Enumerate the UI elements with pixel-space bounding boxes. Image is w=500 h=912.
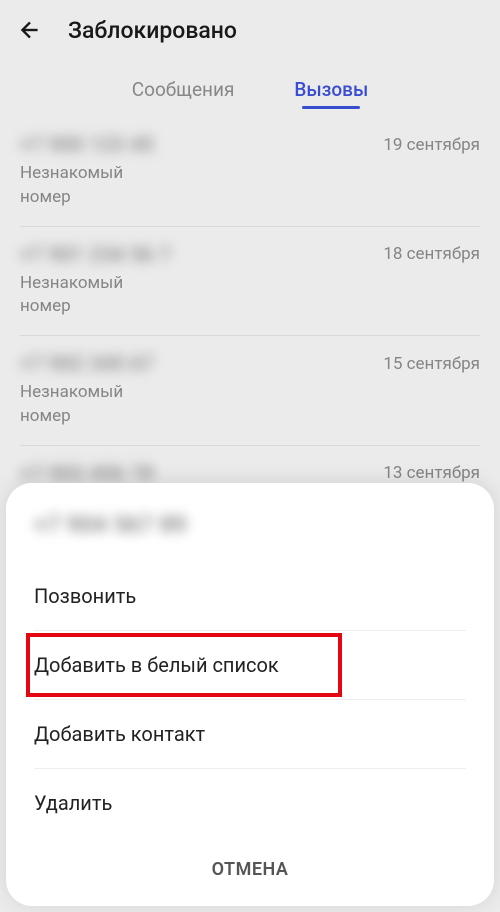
cancel-button[interactable]: ОТМЕНА [6,837,494,894]
action-sheet: +7 904 567 89 Позвонить Добавить в белый… [6,483,494,906]
action-delete[interactable]: Удалить [34,769,466,837]
action-whitelist[interactable]: Добавить в белый список [34,631,466,700]
action-whitelist-label: Добавить в белый список [34,653,279,677]
sheet-actions: Позвонить Добавить в белый список Добави… [6,562,494,837]
action-add-contact[interactable]: Добавить контакт [34,700,466,769]
action-call[interactable]: Позвонить [34,562,466,631]
sheet-phone-number: +7 904 567 89 [34,513,187,538]
sheet-title: +7 904 567 89 [6,507,494,562]
